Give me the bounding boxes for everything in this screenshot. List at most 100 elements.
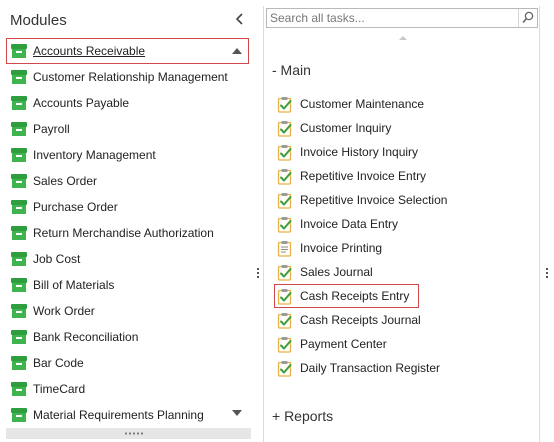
- task-item-sales-journal[interactable]: Sales Journal: [275, 260, 535, 284]
- module-item-timecard[interactable]: TimeCard: [0, 376, 252, 402]
- check-task-icon: [277, 312, 293, 329]
- search-input[interactable]: [267, 9, 520, 27]
- module-label: Bar Code: [33, 356, 84, 370]
- group-reports-header[interactable]: + Reports: [272, 408, 333, 424]
- module-icon: [11, 122, 27, 136]
- module-item-accounts-payable[interactable]: Accounts Payable: [0, 90, 252, 116]
- grip-icon: [124, 432, 144, 435]
- module-label: Return Merchandise Authorization: [33, 226, 214, 240]
- task-label: Cash Receipts Entry: [300, 289, 410, 303]
- check-task-icon: [277, 216, 293, 233]
- task-label: Invoice History Inquiry: [300, 145, 419, 159]
- check-task-icon: [277, 288, 293, 305]
- check-task-icon: [277, 192, 293, 209]
- task-label: Invoice Data Entry: [300, 217, 399, 231]
- module-icon: [11, 96, 27, 110]
- module-label: Bank Reconciliation: [33, 330, 139, 344]
- vertical-splitter-handle[interactable]: [256, 268, 260, 282]
- task-item-daily-transaction-register[interactable]: Daily Transaction Register: [275, 356, 535, 380]
- module-icon: [11, 304, 27, 318]
- task-label: Customer Inquiry: [300, 121, 392, 135]
- module-item-inventory-management[interactable]: Inventory Management: [0, 142, 252, 168]
- task-item-invoice-history-inquiry[interactable]: Invoice History Inquiry: [275, 140, 535, 164]
- check-task-icon: [277, 144, 293, 161]
- module-label: Work Order: [33, 304, 95, 318]
- expand-down-icon[interactable]: [232, 410, 242, 416]
- task-label: Cash Receipts Journal: [300, 313, 421, 327]
- task-search-box: [266, 8, 538, 28]
- vertical-splitter-handle[interactable]: [545, 268, 549, 282]
- module-label: Accounts Payable: [33, 96, 130, 110]
- module-icon: [11, 330, 27, 344]
- module-item-job-cost[interactable]: Job Cost: [0, 246, 252, 272]
- group-main-header[interactable]: - Main: [272, 62, 311, 78]
- task-item-repetitive-invoice-entry[interactable]: Repetitive Invoice Entry: [275, 164, 535, 188]
- module-icon: [11, 70, 27, 84]
- module-item-payroll[interactable]: Payroll: [0, 116, 252, 142]
- check-task-icon: [277, 120, 293, 137]
- module-item-rma[interactable]: Return Merchandise Authorization: [0, 220, 252, 246]
- task-item-invoice-data-entry[interactable]: Invoice Data Entry: [275, 212, 535, 236]
- collapse-up-icon[interactable]: [232, 48, 242, 54]
- task-label: Repetitive Invoice Selection: [300, 193, 448, 207]
- task-list: Customer Maintenance Customer Inquiry In…: [274, 92, 535, 380]
- module-icon: [11, 356, 27, 370]
- module-icon: [11, 252, 27, 266]
- check-task-icon: [277, 168, 293, 185]
- search-icon: [522, 11, 534, 24]
- task-item-cash-receipts-journal[interactable]: Cash Receipts Journal: [275, 308, 535, 332]
- module-label: Bill of Materials: [33, 278, 115, 292]
- module-item-purchase-order[interactable]: Purchase Order: [0, 194, 252, 220]
- module-label: Inventory Management: [33, 148, 156, 162]
- module-icon: [11, 278, 27, 292]
- check-task-icon: [277, 96, 293, 113]
- module-icon: [11, 44, 27, 58]
- module-item-bar-code[interactable]: Bar Code: [0, 350, 252, 376]
- module-label: Sales Order: [33, 174, 98, 188]
- module-item-mrp[interactable]: Material Requirements Planning: [0, 402, 252, 428]
- task-label: Daily Transaction Register: [300, 361, 441, 375]
- task-item-payment-center[interactable]: Payment Center: [275, 332, 535, 356]
- module-icon: [11, 226, 27, 240]
- pane-resize-bar[interactable]: [6, 428, 251, 439]
- module-item-work-order[interactable]: Work Order: [0, 298, 252, 324]
- modules-title: Modules: [10, 12, 67, 29]
- collapse-chevron-icon[interactable]: [234, 12, 246, 28]
- module-label: TimeCard: [33, 382, 86, 396]
- module-icon: [11, 382, 27, 396]
- module-list: Accounts Receivable Customer Relationshi…: [0, 38, 252, 428]
- module-item-crm[interactable]: Customer Relationship Management: [0, 64, 252, 90]
- task-item-cash-receipts-entry[interactable]: Cash Receipts Entry: [274, 284, 419, 308]
- module-item-sales-order[interactable]: Sales Order: [0, 168, 252, 194]
- task-item-invoice-printing[interactable]: Invoice Printing: [275, 236, 535, 260]
- scroll-up-icon[interactable]: [399, 36, 407, 40]
- task-label: Repetitive Invoice Entry: [300, 169, 427, 183]
- task-item-customer-inquiry[interactable]: Customer Inquiry: [275, 116, 535, 140]
- module-label: Customer Relationship Management: [33, 70, 228, 84]
- task-item-customer-maintenance[interactable]: Customer Maintenance: [275, 92, 535, 116]
- module-label: Accounts Receivable: [33, 44, 146, 58]
- task-label: Payment Center: [300, 337, 387, 351]
- module-item-accounts-receivable[interactable]: Accounts Receivable: [6, 38, 249, 64]
- module-item-bill-of-materials[interactable]: Bill of Materials: [0, 272, 252, 298]
- pane-divider: [539, 6, 540, 442]
- module-icon: [11, 200, 27, 214]
- check-task-icon: [277, 360, 293, 377]
- check-task-icon: [277, 336, 293, 353]
- task-label: Customer Maintenance: [300, 97, 425, 111]
- report-icon: [277, 240, 293, 257]
- module-label: Material Requirements Planning: [33, 408, 204, 422]
- task-item-repetitive-invoice-selection[interactable]: Repetitive Invoice Selection: [275, 188, 535, 212]
- task-label: Invoice Printing: [300, 241, 383, 255]
- modules-pane: Modules Accounts Receivable Customer Rel…: [0, 0, 252, 442]
- task-label: Sales Journal: [300, 265, 373, 279]
- check-task-icon: [277, 264, 293, 281]
- module-label: Job Cost: [33, 252, 81, 266]
- module-icon: [11, 148, 27, 162]
- module-label: Purchase Order: [33, 200, 118, 214]
- module-icon: [11, 408, 27, 422]
- pane-divider: [263, 6, 264, 442]
- module-item-bank-reconciliation[interactable]: Bank Reconciliation: [0, 324, 252, 350]
- module-icon: [11, 174, 27, 188]
- search-button[interactable]: [518, 9, 537, 27]
